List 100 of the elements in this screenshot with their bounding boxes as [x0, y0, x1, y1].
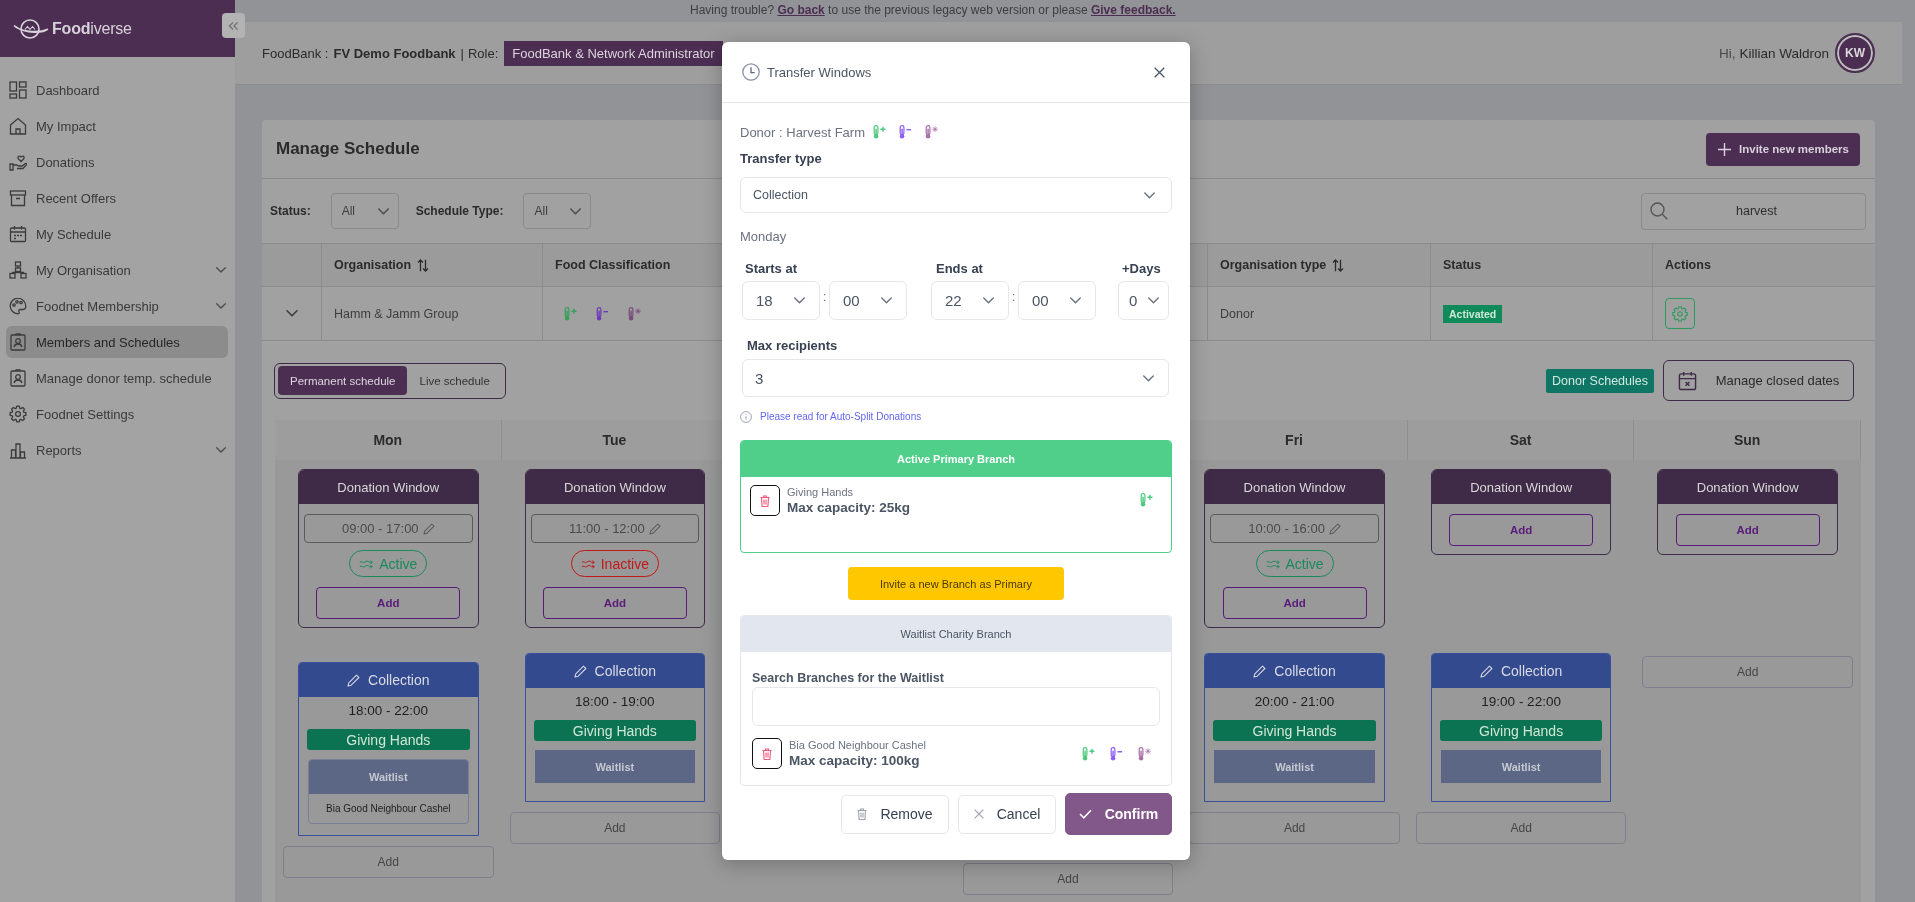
- sidebar-item[interactable]: My Schedule: [6, 218, 228, 250]
- max-recipients-select[interactable]: 3: [742, 359, 1169, 397]
- chevron-down-icon: [881, 297, 892, 304]
- separator: |: [460, 45, 464, 61]
- day-header: Mon: [275, 420, 502, 460]
- close-button[interactable]: [1154, 66, 1165, 78]
- chevron-down-icon: [1144, 191, 1155, 199]
- archive-icon: [9, 189, 27, 207]
- filter-select[interactable]: All: [523, 193, 592, 229]
- cancel-button[interactable]: Cancel: [958, 794, 1056, 834]
- add-button[interactable]: Add: [962, 863, 1174, 895]
- chevron-down-icon: [983, 297, 994, 304]
- pencil-icon: [648, 522, 661, 535]
- invite-primary-button[interactable]: Invite a new Branch as Primary: [848, 567, 1064, 600]
- sidebar-item[interactable]: Manage donor temp. schedule: [6, 362, 228, 394]
- column-header: Food Classification: [555, 258, 671, 272]
- time-separator: :: [821, 289, 828, 304]
- field-label: Ends at: [935, 261, 984, 277]
- collection-header[interactable]: Collection: [525, 654, 705, 688]
- branch-capacity: Max capacity: 100kg: [789, 752, 921, 769]
- dashboard-icon: [9, 81, 27, 99]
- branch-name: Giving Hands: [787, 485, 855, 499]
- page-title: Manage Schedule: [276, 139, 420, 159]
- chevron-down-icon: [216, 447, 226, 453]
- search-field[interactable]: [752, 687, 1160, 726]
- field-label: Max recipients: [746, 337, 839, 355]
- add-button[interactable]: Add: [1642, 656, 1853, 688]
- collection-header[interactable]: Collection: [1205, 654, 1384, 688]
- info-link[interactable]: Please read for Auto-Split Donations: [760, 411, 922, 423]
- status-badge: Activated: [1443, 304, 1503, 323]
- hour-select[interactable]: 22: [931, 281, 1009, 320]
- sidebar-item[interactable]: My Impact: [6, 110, 228, 142]
- time-range-field[interactable]: 10:00 - 16:00: [1210, 514, 1379, 543]
- collection-header[interactable]: Collection: [1431, 654, 1611, 688]
- sidebar-item[interactable]: My Organisation: [6, 254, 228, 286]
- collection-time: 20:00 - 21:00: [1253, 693, 1336, 711]
- add-button[interactable]: Add: [1449, 514, 1594, 546]
- time-range-field[interactable]: 11:00 - 12:00: [530, 514, 700, 543]
- collection-header[interactable]: Collection: [299, 663, 478, 697]
- thermometer-snowflake-icon: [925, 125, 938, 139]
- chevron-down-icon: [285, 310, 298, 317]
- branch-label: Giving Hands: [533, 720, 697, 741]
- sidebar-item[interactable]: Reports: [6, 434, 228, 466]
- expand-button[interactable]: [285, 310, 298, 317]
- waitlist-header: Waitlist: [1214, 750, 1375, 783]
- user-avatar[interactable]: KW: [1835, 33, 1875, 73]
- minute-select[interactable]: 00: [829, 281, 907, 320]
- add-button[interactable]: Add: [542, 587, 687, 619]
- add-button[interactable]: Add: [283, 846, 494, 878]
- clock-icon: [742, 63, 760, 81]
- wavy-arrows-icon: [1265, 558, 1280, 569]
- donor-schedules-button[interactable]: Donor Schedules: [1546, 368, 1654, 393]
- minute-select[interactable]: 00: [1018, 281, 1096, 320]
- help-link[interactable]: Go back: [777, 3, 825, 17]
- panel-header: Active Primary Branch: [741, 441, 1171, 477]
- invite-members-button[interactable]: Invite new members: [1706, 132, 1860, 166]
- org-label: FoodBank :: [262, 45, 329, 61]
- branch-label: Giving Hands: [307, 729, 470, 750]
- sidebar-item[interactable]: Foodnet Settings: [6, 398, 228, 430]
- branch-label: Giving Hands: [1439, 720, 1603, 741]
- sidebar-item[interactable]: Foodnet Membership: [6, 290, 228, 322]
- column-header[interactable]: Organisation type: [1220, 258, 1345, 272]
- sidebar-item[interactable]: Dashboard: [6, 74, 228, 106]
- help-link[interactable]: Give feedback.: [1090, 3, 1176, 17]
- remove-button[interactable]: Remove: [841, 794, 949, 834]
- column-header[interactable]: Organisation: [334, 258, 430, 272]
- add-button[interactable]: Add: [1415, 812, 1627, 844]
- filter-select[interactable]: All: [330, 193, 399, 229]
- calendar-icon: [9, 225, 27, 243]
- closed-dates-button[interactable]: Manage closed dates: [1663, 360, 1854, 401]
- days-select[interactable]: 0: [1118, 281, 1169, 320]
- donation-window-title: Donation Window: [1431, 470, 1611, 504]
- field-label: +Days: [1121, 261, 1162, 277]
- sidebar-item[interactable]: Recent Offers: [6, 182, 228, 214]
- panel-header: Waitlist Charity Branch: [741, 616, 1171, 652]
- delete-button[interactable]: [752, 738, 782, 769]
- modal-title: Transfer Windows: [767, 64, 872, 80]
- settings-icon: [1672, 305, 1688, 322]
- hour-select[interactable]: 18: [742, 281, 820, 320]
- delete-button[interactable]: [750, 485, 780, 516]
- id-badge-icon: [9, 369, 27, 387]
- info-icon: [740, 411, 752, 423]
- sidebar-item[interactable]: Donations: [6, 146, 228, 178]
- id-badge-icon: [9, 333, 27, 351]
- wavy-arrows-icon: [359, 558, 374, 569]
- time-range-field[interactable]: 09:00 - 17:00: [304, 514, 473, 543]
- sort-icon: [1332, 258, 1345, 272]
- view-tab[interactable]: Permanent schedule: [278, 366, 408, 395]
- notice-text: Having trouble? Go back to use the previous legacy web version or please Give feedback.: [690, 2, 1176, 18]
- add-button[interactable]: Add: [1222, 587, 1367, 619]
- donation-window-title: Donation Window: [1205, 470, 1384, 504]
- transfer-type-select[interactable]: Collection: [740, 177, 1172, 213]
- sidebar-item[interactable]: Members and Schedules: [6, 326, 228, 358]
- trash-icon: [857, 808, 868, 820]
- add-button[interactable]: Add: [509, 812, 721, 844]
- confirm-button[interactable]: Confirm: [1065, 793, 1172, 835]
- search-field[interactable]: harvest: [1641, 192, 1866, 230]
- add-button[interactable]: Add: [1675, 514, 1820, 546]
- add-button[interactable]: Add: [316, 587, 461, 619]
- view-tab[interactable]: Live schedule: [407, 366, 502, 395]
